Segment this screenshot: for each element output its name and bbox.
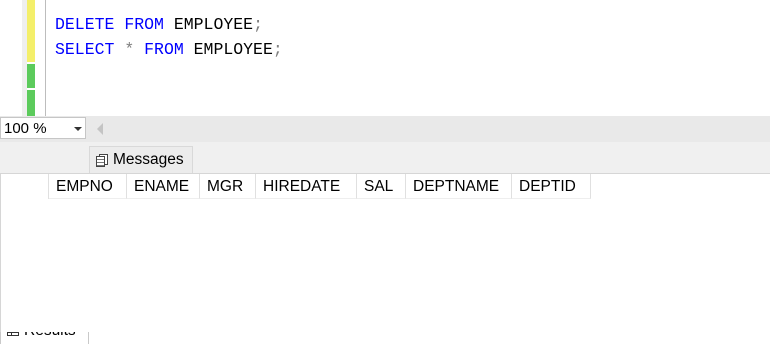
sql-operator: *: [124, 40, 135, 59]
sql-keyword: FROM: [124, 15, 164, 34]
results-grid[interactable]: EMPNO ENAME MGR HIREDATE SAL DEPTNAME DE…: [0, 174, 770, 332]
results-tabstrip: Results Messages: [0, 142, 770, 344]
code-line-2: SELECT * FROM EMPLOYEE;: [55, 37, 283, 62]
scroll-left-arrow-icon[interactable]: [97, 123, 103, 135]
code-area[interactable]: DELETE FROM EMPLOYEE; SELECT * FROM EMPLO…: [55, 12, 283, 62]
sql-identifier: EMPLOYEE: [183, 40, 273, 59]
sql-terminator: ;: [272, 40, 283, 59]
outline-fold-line: [45, 0, 46, 116]
column-header-hiredate[interactable]: HIREDATE: [256, 174, 357, 199]
line-gutter: [0, 0, 22, 116]
column-header-deptname[interactable]: DEPTNAME: [406, 174, 512, 199]
zoom-value: 100 %: [4, 120, 47, 137]
sql-identifier: EMPLOYEE: [163, 15, 254, 34]
sql-keyword: DELETE: [55, 15, 115, 34]
change-indicator-unsaved: [27, 0, 35, 62]
tab-messages-label: Messages: [113, 151, 184, 168]
sql-terminator: ;: [253, 15, 263, 34]
column-header-sal[interactable]: SAL: [357, 174, 406, 199]
column-header-ename[interactable]: ENAME: [127, 174, 200, 199]
column-header-empno[interactable]: EMPNO: [49, 174, 127, 199]
change-separator: [27, 88, 35, 90]
column-header-deptid[interactable]: DEPTID: [512, 174, 591, 199]
grid-header-row: EMPNO ENAME MGR HIREDATE SAL DEPTNAME DE…: [1, 174, 591, 199]
change-separator: [27, 62, 35, 64]
zoom-dropdown[interactable]: 100 %: [0, 117, 86, 139]
column-header-mgr[interactable]: MGR: [200, 174, 256, 199]
tab-messages[interactable]: Messages: [89, 146, 193, 173]
zoom-bar: 100 %: [0, 116, 770, 142]
chevron-down-icon[interactable]: [74, 127, 82, 131]
sql-keyword: FROM: [144, 40, 184, 59]
sql-keyword: SELECT: [55, 40, 115, 59]
messages-icon: [96, 153, 108, 167]
grid-corner-cell[interactable]: [1, 174, 49, 199]
query-editor[interactable]: DELETE FROM EMPLOYEE; SELECT * FROM EMPLO…: [0, 0, 770, 116]
code-line-1: DELETE FROM EMPLOYEE;: [55, 12, 283, 37]
